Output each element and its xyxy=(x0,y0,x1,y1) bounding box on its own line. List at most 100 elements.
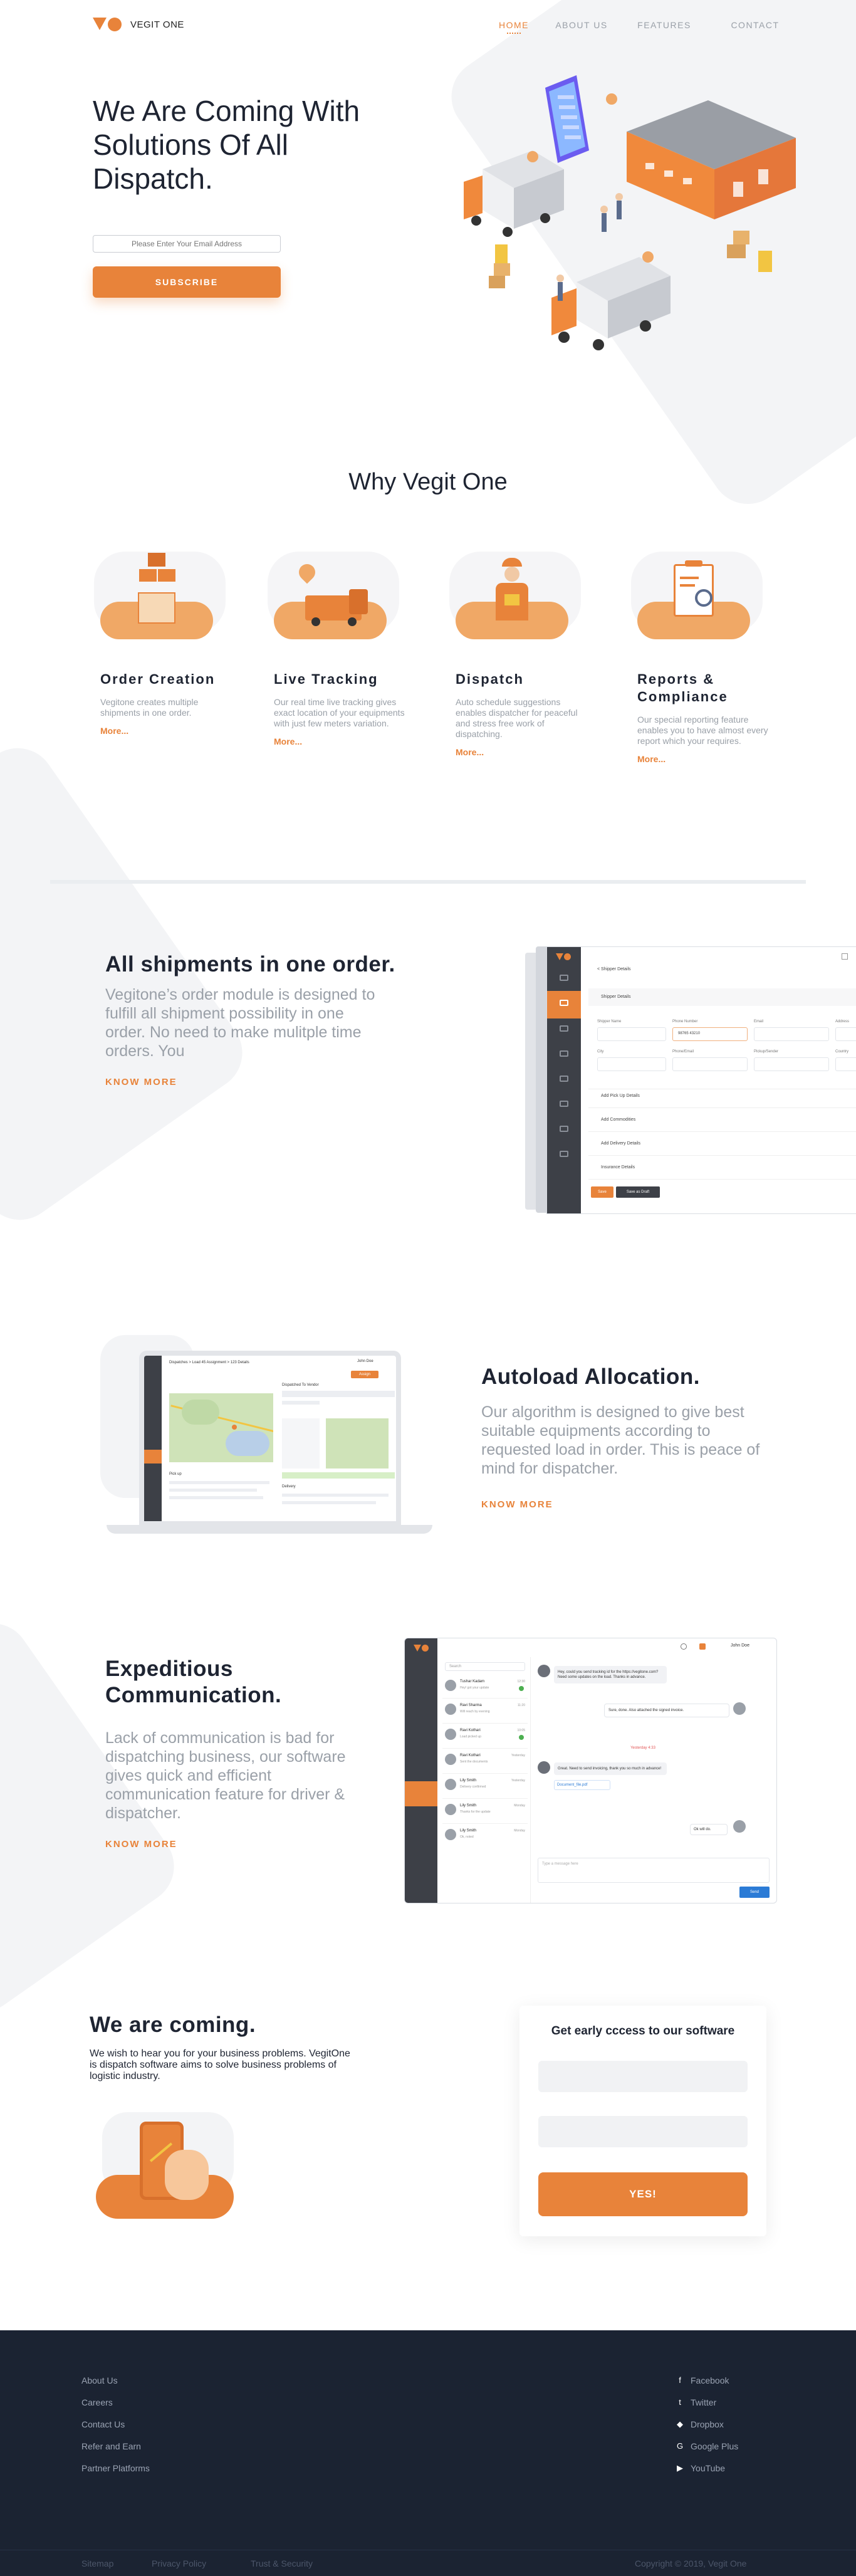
section-divider xyxy=(50,880,806,884)
chat-search-input[interactable]: Search xyxy=(445,1662,525,1671)
nav-features[interactable]: FEATURES xyxy=(636,20,692,34)
sidebar-item-chat[interactable] xyxy=(405,1781,437,1806)
logistics-illustration xyxy=(464,75,796,350)
send-button[interactable]: Send xyxy=(739,1887,770,1898)
social-google-plus[interactable]: G Google Plus xyxy=(676,2441,738,2451)
city-input[interactable] xyxy=(597,1057,666,1071)
contact-time: Yesterday xyxy=(511,1779,525,1783)
accordion-row[interactable]: Insurance Details xyxy=(601,1165,635,1170)
footer-link-about[interactable]: About Us xyxy=(81,2375,150,2385)
message-input[interactable]: Type a message here xyxy=(538,1858,770,1883)
footer-link-contact[interactable]: Contact Us xyxy=(81,2419,150,2429)
accordion-row[interactable]: Add Delivery Details xyxy=(601,1141,640,1146)
pickup-sender-input[interactable] xyxy=(754,1057,829,1071)
footer-trust[interactable]: Trust & Security xyxy=(251,2558,313,2568)
know-more-link[interactable]: KNOW MORE xyxy=(105,1077,177,1087)
mini-map[interactable] xyxy=(326,1418,389,1469)
contact-message: Ok, noted xyxy=(460,1835,474,1839)
accordion-row[interactable]: Add Commodities xyxy=(601,1118,635,1122)
footer-link-refer[interactable]: Refer and Earn xyxy=(81,2441,150,2451)
feature-more-link[interactable]: More... xyxy=(274,736,437,746)
phone-input[interactable]: 98765 43210 xyxy=(672,1027,748,1041)
coming-title: We are coming. xyxy=(90,2013,256,2037)
contact-item[interactable]: Tushar Kadam Hey! got your update 12:30 xyxy=(442,1675,528,1699)
social-twitter[interactable]: t Twitter xyxy=(676,2397,738,2407)
yes-button[interactable]: YES! xyxy=(538,2172,748,2216)
save-draft-button[interactable]: Save as Draft xyxy=(616,1186,660,1198)
user-name[interactable]: John Doe xyxy=(731,1643,749,1648)
address-field[interactable] xyxy=(835,1027,856,1041)
shipper-name-input[interactable] xyxy=(597,1027,666,1041)
country-input[interactable] xyxy=(835,1057,856,1071)
contact-item[interactable]: Ravi Kothari Load picked up 10:05 xyxy=(442,1724,528,1749)
attachment-link[interactable]: Document_file.pdf xyxy=(554,1780,610,1790)
contact-item[interactable]: Lily Smith Thanks for the update Monday xyxy=(442,1799,528,1824)
accordion-row[interactable]: Add Pick Up Details xyxy=(601,1094,640,1098)
footer-link-partners[interactable]: Partner Platforms xyxy=(81,2463,150,2473)
phone-value: 98765 43210 xyxy=(678,1032,701,1035)
feature-more-link[interactable]: More... xyxy=(456,747,619,757)
social-dropbox[interactable]: ◆ Dropbox xyxy=(676,2419,738,2429)
nav-contact[interactable]: CONTACT xyxy=(730,20,780,34)
contact-item[interactable]: Ravi Kothari Sent the documents Yesterday xyxy=(442,1749,528,1774)
row-divider xyxy=(588,1155,856,1156)
subscribe-button[interactable]: SUBSCRIBE xyxy=(93,266,281,298)
search-icon[interactable] xyxy=(681,1643,687,1650)
name-input[interactable] xyxy=(538,2061,748,2092)
logo[interactable]: VEGIT ONE xyxy=(93,18,184,31)
copyright: Copyright © 2019, Vegit One xyxy=(635,2558,747,2568)
row-divider xyxy=(588,1179,856,1180)
social-facebook[interactable]: f Facebook xyxy=(676,2375,738,2385)
email-field[interactable] xyxy=(754,1027,829,1041)
know-more-link[interactable]: KNOW MORE xyxy=(105,1839,177,1850)
reports-icon[interactable] xyxy=(560,1126,568,1132)
feature-more-link[interactable]: More... xyxy=(100,726,263,736)
social-youtube[interactable]: ▶ YouTube xyxy=(676,2463,738,2473)
contact-time: 10:05 xyxy=(517,1729,525,1732)
why-title: Why Vegit One xyxy=(348,469,508,495)
mock-title[interactable]: < Shipper Details xyxy=(597,967,631,971)
equipment-icon[interactable] xyxy=(560,1050,568,1057)
bell-icon[interactable] xyxy=(699,1643,706,1650)
sidebar-item-dispatch[interactable] xyxy=(144,1450,162,1463)
feature-title: Order Creation xyxy=(100,671,216,687)
social-label: Facebook xyxy=(691,2375,729,2385)
feature-title: Dispatch xyxy=(456,671,524,687)
nav-home[interactable]: HOME xyxy=(495,20,533,34)
save-button[interactable]: Save xyxy=(591,1186,613,1198)
route-map[interactable] xyxy=(169,1393,273,1462)
contact-item[interactable]: Ravi Sharma Will reach by evening 11:20 xyxy=(442,1699,528,1724)
phone-email-input[interactable] xyxy=(672,1057,748,1071)
dispatch-icon[interactable] xyxy=(560,1025,568,1032)
contact-item[interactable]: Lily Smith Delivery confirmed Yesterday xyxy=(442,1774,528,1799)
twitter-icon: t xyxy=(679,2397,681,2407)
expand-icon[interactable] xyxy=(842,953,848,960)
email-field[interactable] xyxy=(538,2116,748,2147)
footer-link-careers[interactable]: Careers xyxy=(81,2397,150,2407)
drivers-icon[interactable] xyxy=(560,1076,568,1082)
settings-icon[interactable] xyxy=(560,1151,568,1157)
field-label: Pickup/Sender xyxy=(754,1050,779,1054)
sidebar-logo-icon xyxy=(556,953,572,962)
orders-icon[interactable] xyxy=(560,1000,568,1006)
know-more-link[interactable]: KNOW MORE xyxy=(481,1499,553,1510)
nav-about-us[interactable]: ABOUT US xyxy=(553,20,610,34)
assign-button[interactable]: Assign xyxy=(351,1371,378,1378)
background-shape xyxy=(0,733,258,1235)
customers-icon[interactable] xyxy=(560,1101,568,1107)
email-input[interactable] xyxy=(93,235,281,253)
dashboard-icon[interactable] xyxy=(560,975,568,981)
mock-title: Dispatches > Load 45 Assignment > 123 De… xyxy=(169,1361,249,1364)
footer-sitemap[interactable]: Sitemap xyxy=(81,2558,113,2568)
footer: About Us Careers Contact Us Refer and Ea… xyxy=(0,2330,856,2576)
field-label: Phone/Email xyxy=(672,1050,694,1054)
dropbox-icon: ◆ xyxy=(677,2419,683,2429)
contact-time: 11:20 xyxy=(517,1704,525,1707)
feature-title: Live Tracking xyxy=(274,671,378,687)
coming-text: We wish to hear you for your business pr… xyxy=(90,2048,350,2081)
order-module-screenshot: < Shipper Details Shipper Details Shippe… xyxy=(546,946,856,1214)
contact-item[interactable]: Lily Smith Ok, noted Monday xyxy=(442,1824,528,1849)
feature-more-link[interactable]: More... xyxy=(637,754,800,764)
user-name[interactable]: John Doe xyxy=(357,1359,373,1363)
footer-privacy[interactable]: Privacy Policy xyxy=(152,2558,206,2568)
